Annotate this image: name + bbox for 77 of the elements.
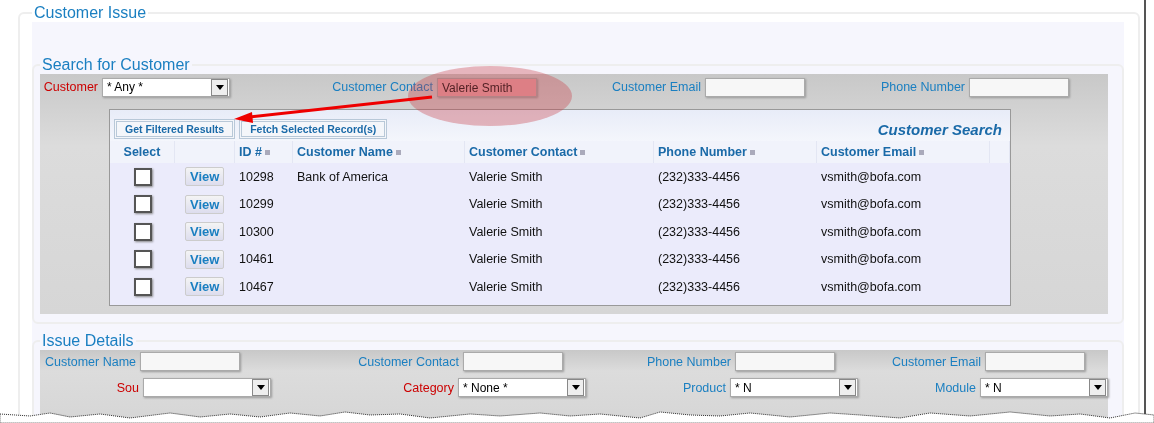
table-cell: (232)333-4456 (658, 197, 740, 212)
toolbar-button[interactable]: Fetch Selected Record(s) (239, 119, 388, 139)
table-cell: (232)333-4456 (658, 252, 740, 267)
caret-icon (252, 379, 269, 396)
section-title: Search for Customer (41, 56, 191, 74)
table-cell: Valerie Smith (469, 252, 543, 267)
table-cell: (232)333-4456 (658, 279, 740, 294)
table-cell: 10467 (239, 279, 274, 294)
dropdown[interactable]: * Any * (102, 77, 230, 97)
field-label: Customer Email (612, 80, 701, 94)
checkbox[interactable] (134, 222, 152, 241)
table-cell: Valerie Smith (469, 279, 543, 294)
input-field[interactable] (463, 352, 563, 371)
field-label: Customer Name (45, 354, 136, 369)
checkbox[interactable] (134, 167, 152, 186)
field-label: Customer (43, 80, 98, 94)
field-label: Sou (116, 380, 139, 395)
input-field[interactable]: Valerie Smith (437, 77, 537, 97)
sort-icon[interactable] (919, 149, 925, 155)
table-cell: vsmith@bofa.com (821, 252, 922, 267)
table-cell: vsmith@bofa.com (821, 197, 922, 212)
checkbox[interactable] (134, 250, 152, 269)
field-label: Module (935, 380, 976, 395)
table-cell: 10299 (239, 197, 274, 212)
input-field[interactable] (985, 352, 1085, 371)
field-label: Phone Number (646, 354, 731, 369)
table-cell: vsmith@bofa.com (821, 169, 922, 184)
sort-icon[interactable] (580, 149, 586, 155)
checkbox[interactable] (134, 277, 152, 296)
section-title: Issue Details (41, 331, 135, 350)
input-field[interactable] (705, 77, 805, 97)
field-label: Customer Email (892, 354, 981, 369)
dropdown[interactable]: * None * (458, 378, 586, 397)
table-cell: Valerie Smith (469, 169, 543, 184)
table-cell: 10298 (239, 169, 274, 184)
table-cell: 10461 (239, 252, 274, 267)
view-button[interactable]: View (185, 249, 225, 269)
view-button[interactable]: View (185, 194, 225, 214)
table-cell: Valerie Smith (469, 224, 543, 239)
view-button[interactable]: View (185, 277, 225, 297)
grid-title: Customer Search (877, 120, 1002, 138)
column-header: Select (123, 145, 161, 159)
field-label: Category (403, 380, 454, 395)
caret-icon (211, 78, 228, 96)
column-header[interactable]: Customer Name (297, 145, 393, 159)
caret-icon (1089, 379, 1106, 396)
toolbar-button[interactable]: Get Filtered Results (114, 119, 236, 139)
sort-icon[interactable] (395, 149, 401, 155)
input-field[interactable] (140, 352, 240, 371)
table-cell: Bank of America (297, 169, 388, 184)
column-header[interactable]: Customer Contact (469, 145, 578, 159)
sort-icon[interactable] (749, 149, 755, 155)
table-cell: vsmith@bofa.com (821, 224, 922, 239)
sort-icon[interactable] (264, 149, 270, 155)
field-label: Product (682, 380, 726, 395)
input-field[interactable] (969, 77, 1069, 97)
table-cell: (232)333-4456 (658, 169, 740, 184)
column-header[interactable]: Phone Number (658, 145, 747, 159)
dropdown[interactable]: * N (980, 378, 1108, 397)
view-button[interactable]: View (185, 167, 225, 187)
field-label: Customer Contact (332, 80, 433, 94)
dropdown[interactable] (143, 378, 271, 397)
table-cell: (232)333-4456 (658, 224, 740, 239)
field-label: Customer Contact (358, 354, 459, 369)
field-label: Phone Number (880, 80, 965, 94)
section-title: Customer Issue (33, 4, 148, 22)
caret-icon (567, 379, 584, 396)
table-cell: Valerie Smith (469, 197, 543, 212)
dropdown[interactable]: * N (730, 378, 858, 397)
checkbox[interactable] (134, 195, 152, 214)
table-cell: vsmith@bofa.com (821, 279, 922, 294)
caret-icon (839, 379, 856, 396)
input-field[interactable] (735, 352, 835, 371)
column-header[interactable]: ID # (239, 145, 262, 159)
view-button[interactable]: View (185, 222, 225, 242)
table-cell: 10300 (239, 224, 274, 239)
column-header[interactable]: Customer Email (821, 145, 917, 159)
